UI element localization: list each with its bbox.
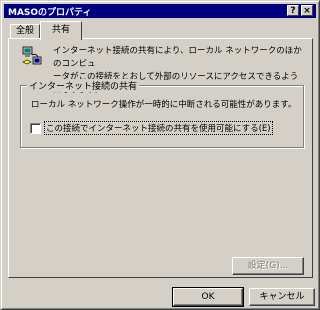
title-bar[interactable]: MASOのプロパティ ? × <box>4 4 316 18</box>
enable-ics-checkbox[interactable] <box>30 123 41 134</box>
close-button[interactable]: × <box>301 5 313 16</box>
ics-groupbox <box>20 85 304 148</box>
cancel-button[interactable]: キャンセル <box>249 288 315 306</box>
tab-general[interactable]: 全般 <box>10 24 40 39</box>
interruption-warning: ローカル ネットワーク操作が一時的に中断される可能性があります。 <box>31 100 297 110</box>
tab-sharing[interactable]: 共有 <box>40 21 82 40</box>
window-title: MASOのプロパティ <box>8 8 92 18</box>
properties-dialog: MASOのプロパティ ? × 全般 共有 インターネット接続の共有により、ローカ… <box>0 0 320 310</box>
settings-button[interactable]: 設定(G)... <box>232 257 304 275</box>
network-sharing-icon <box>22 46 42 65</box>
help-button[interactable]: ? <box>287 5 299 16</box>
ok-button[interactable]: OK <box>172 287 244 307</box>
ics-group-label: インターネット接続の共有 <box>27 79 140 92</box>
enable-ics-label[interactable]: この接続でインターネット接続の共有を使用可能にする(E) <box>44 121 273 135</box>
